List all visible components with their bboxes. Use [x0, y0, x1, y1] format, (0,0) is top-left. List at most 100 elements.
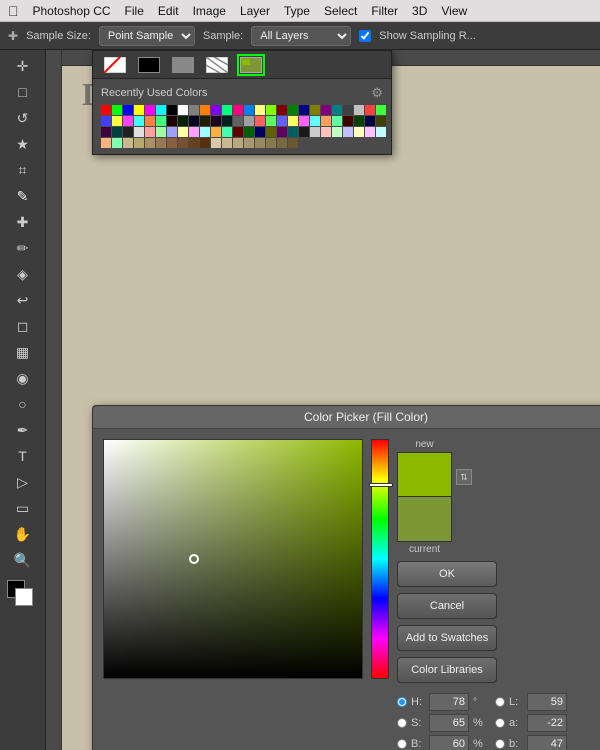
swatch-cell[interactable] [376, 116, 386, 126]
swatch-cell[interactable] [277, 127, 287, 137]
move-tool[interactable]: ✛ [11, 54, 35, 78]
sample-size-select[interactable]: Point Sample [99, 26, 195, 46]
swatch-cell[interactable] [266, 127, 276, 137]
swatch-cell[interactable] [134, 105, 144, 115]
zoom-tool[interactable]: 🔍 [11, 548, 35, 572]
swatch-cell[interactable] [167, 116, 177, 126]
menu-photoshop[interactable]: Photoshop CC [33, 4, 111, 18]
swatch-cell[interactable] [112, 127, 122, 137]
swatch-cell[interactable] [189, 116, 199, 126]
black-swatch-btn[interactable] [135, 54, 163, 76]
swatch-cell[interactable] [255, 105, 265, 115]
swatch-cell[interactable] [277, 138, 287, 148]
swatch-cell[interactable] [189, 138, 199, 148]
swatch-cell[interactable] [233, 127, 243, 137]
menu-select[interactable]: Select [324, 4, 357, 18]
swatch-cell[interactable] [354, 116, 364, 126]
swatch-cell[interactable] [101, 105, 111, 115]
b3-radio[interactable] [495, 739, 505, 749]
swatch-cell[interactable] [189, 105, 199, 115]
hand-tool[interactable]: ✋ [11, 522, 35, 546]
s-input[interactable] [429, 714, 469, 732]
swatch-cell[interactable] [156, 138, 166, 148]
menu-file[interactable]: File [125, 4, 144, 18]
swatch-cell[interactable] [299, 127, 309, 137]
menu-layer[interactable]: Layer [240, 4, 270, 18]
swatch-cell[interactable] [189, 127, 199, 137]
swatch-cell[interactable] [255, 116, 265, 126]
swatch-cell[interactable] [310, 127, 320, 137]
swatch-cell[interactable] [200, 138, 210, 148]
swatch-cell[interactable] [244, 138, 254, 148]
swatch-cell[interactable] [101, 116, 111, 126]
path-select-tool[interactable]: ▷ [11, 470, 35, 494]
swatch-cell[interactable] [156, 116, 166, 126]
h-input[interactable] [429, 693, 469, 711]
s-radio[interactable] [397, 718, 407, 728]
l-input[interactable] [527, 693, 567, 711]
blur-tool[interactable]: ◉ [11, 366, 35, 390]
swatch-cell[interactable] [112, 105, 122, 115]
healing-tool[interactable]: ✚ [11, 210, 35, 234]
swatch-cell[interactable] [332, 127, 342, 137]
swatch-cell[interactable] [266, 116, 276, 126]
b-radio[interactable] [397, 739, 407, 749]
menu-type[interactable]: Type [284, 4, 310, 18]
swatch-cell[interactable] [123, 116, 133, 126]
swatch-cell[interactable] [145, 105, 155, 115]
sample-select[interactable]: All Layers [251, 26, 351, 46]
h-radio[interactable] [397, 697, 407, 707]
menu-3d[interactable]: 3D [412, 4, 427, 18]
swatch-cell[interactable] [134, 116, 144, 126]
swatch-cell[interactable] [112, 116, 122, 126]
swap-colors-icon[interactable]: ⇅ [456, 469, 472, 485]
swatch-cell[interactable] [365, 105, 375, 115]
swatch-cell[interactable] [123, 138, 133, 148]
swatch-cell[interactable] [156, 105, 166, 115]
swatch-cell[interactable] [288, 138, 298, 148]
swatch-cell[interactable] [145, 138, 155, 148]
swatch-cell[interactable] [211, 127, 221, 137]
pen-tool[interactable]: ✒ [11, 418, 35, 442]
swatch-cell[interactable] [332, 116, 342, 126]
swatch-cell[interactable] [112, 138, 122, 148]
swatch-cell[interactable] [299, 116, 309, 126]
swatch-cell[interactable] [123, 127, 133, 137]
clone-stamp-tool[interactable]: ◈ [11, 262, 35, 286]
swatch-cell[interactable] [266, 138, 276, 148]
swatch-cell[interactable] [255, 138, 265, 148]
swatch-cell[interactable] [200, 127, 210, 137]
dodge-tool[interactable]: ○ [11, 392, 35, 416]
crop-tool[interactable]: ⌗ [11, 158, 35, 182]
swatch-cell[interactable] [365, 127, 375, 137]
marquee-tool[interactable]: □ [11, 80, 35, 104]
hatched-swatch-btn[interactable] [203, 54, 231, 76]
swatch-cell[interactable] [200, 116, 210, 126]
swatch-cell[interactable] [134, 138, 144, 148]
swatch-cell[interactable] [233, 116, 243, 126]
swatch-cell[interactable] [211, 116, 221, 126]
swatch-cell[interactable] [167, 105, 177, 115]
color-libraries-button[interactable]: Color Libraries [397, 657, 497, 683]
hue-slider[interactable] [371, 439, 389, 679]
history-brush-tool[interactable]: ↩ [11, 288, 35, 312]
quick-select-tool[interactable]: ★ [11, 132, 35, 156]
swatch-cell[interactable] [178, 116, 188, 126]
swatch-cell[interactable] [222, 116, 232, 126]
swatch-cell[interactable] [354, 127, 364, 137]
selected-swatch-btn[interactable] [237, 54, 265, 76]
ok-button[interactable]: OK [397, 561, 497, 587]
swatch-cell[interactable] [266, 105, 276, 115]
swatch-cell[interactable] [288, 127, 298, 137]
cancel-button[interactable]: Cancel [397, 593, 497, 619]
swatch-cell[interactable] [321, 105, 331, 115]
menu-image[interactable]: Image [193, 4, 226, 18]
swatch-cell[interactable] [321, 127, 331, 137]
swatch-cell[interactable] [167, 127, 177, 137]
swatch-cell[interactable] [321, 116, 331, 126]
b-input[interactable] [429, 735, 469, 750]
swatch-cell[interactable] [376, 127, 386, 137]
swatch-cell[interactable] [288, 105, 298, 115]
background-color[interactable] [15, 588, 33, 606]
swatch-cell[interactable] [299, 105, 309, 115]
